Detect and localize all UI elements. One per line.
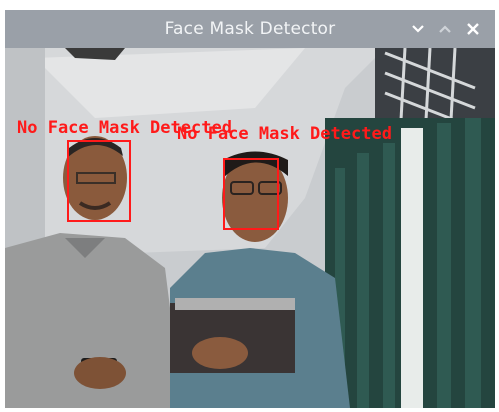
camera-feed: No Face Mask Detected No Face Mask Detec… xyxy=(5,48,495,408)
close-button[interactable] xyxy=(461,16,485,42)
app-window: Face Mask Detector No Face Mask Detected… xyxy=(5,10,495,408)
title-bar[interactable]: Face Mask Detector xyxy=(5,10,495,48)
face-bounding-box xyxy=(67,140,131,222)
chevron-up-icon xyxy=(439,25,451,33)
face-bounding-box xyxy=(223,158,279,230)
maximize-button[interactable] xyxy=(433,16,457,42)
chevron-down-icon xyxy=(412,25,424,33)
minimize-button[interactable] xyxy=(406,16,430,42)
close-icon xyxy=(467,23,479,35)
detection-label: No Face Mask Detected xyxy=(177,124,392,144)
